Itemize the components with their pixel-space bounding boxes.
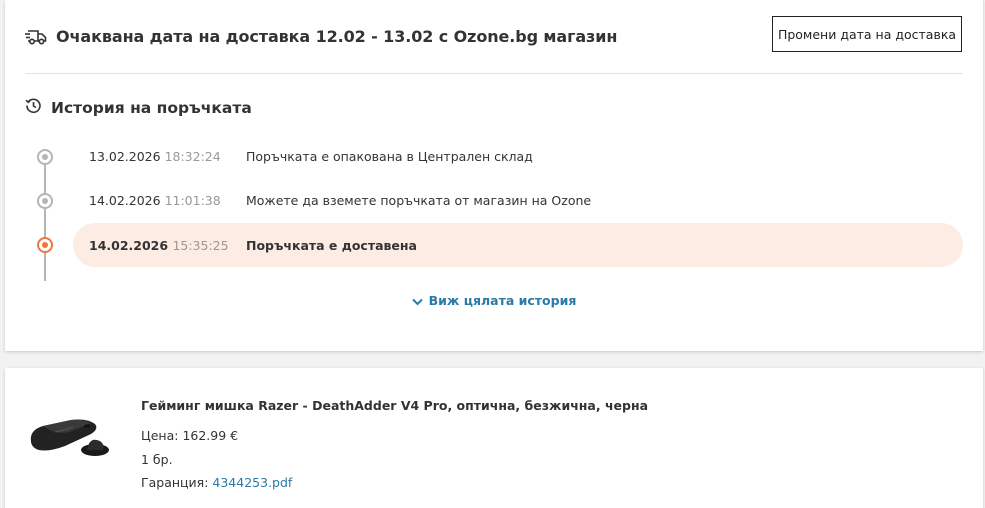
product-price: Цена: 162.99 € [141,428,238,443]
event-date: 14.02.2026 [89,192,161,208]
product-warranty: Гаранция: 4344253.pdf [141,475,292,490]
event-description: Поръчката е доставена [246,237,417,253]
event-datetime: 13.02.2026 18:32:24 [89,149,246,164]
history-clock-icon [25,97,42,118]
timeline-dot-past [37,193,53,209]
timeline-dot-past [37,149,53,165]
history-event: 13.02.2026 18:32:24 Поръчката е опакован… [73,134,963,178]
timeline-line [44,150,46,281]
event-time: 11:01:38 [164,192,221,208]
price-value: 162.99 € [182,428,239,443]
view-full-history-link[interactable]: Виж цялата история [5,291,983,310]
event-description: Можете да вземете поръчката от магазин н… [246,192,592,208]
product-quantity: 1 бр. [141,452,173,467]
order-history-title: История на поръчката [51,98,252,117]
history-event: 14.02.2026 11:01:38 Можете да вземете по… [73,178,963,222]
chevron-down-icon [411,291,423,310]
event-datetime: 14.02.2026 11:01:38 [89,193,246,208]
event-date: 13.02.2026 [89,148,161,164]
event-date: 14.02.2026 [89,237,169,253]
delivery-date-title: Очаквана дата на доставка 12.02 - 13.02 … [56,27,618,46]
timeline-dot-current [37,237,53,253]
event-datetime: 14.02.2026 15:35:25 [89,238,246,253]
order-tracking-card: Очаквана дата на доставка 12.02 - 13.02 … [5,0,983,351]
warranty-label: Гаранция: [141,475,209,490]
warranty-file-link[interactable]: 4344253.pdf [212,475,292,490]
event-time: 18:32:24 [164,148,221,164]
delivery-truck-icon [25,29,47,45]
event-description: Поръчката е опакована в Централен склад [246,148,533,164]
history-event-current: 14.02.2026 15:35:25 Поръчката е доставен… [73,223,963,267]
order-history-header: История на поръчката [25,97,252,118]
price-label: Цена: [141,428,179,443]
change-delivery-date-button[interactable]: Промени дата на доставка [772,16,962,52]
view-full-history-label: Виж цялата история [428,293,577,308]
divider [25,73,963,74]
event-time: 15:35:25 [172,237,229,253]
delivery-header: Очаквана дата на доставка 12.02 - 13.02 … [25,27,617,46]
product-image[interactable] [25,402,120,466]
product-name[interactable]: Гейминг мишка Razer - DeathAdder V4 Pro,… [141,398,648,413]
order-product-card: Гейминг мишка Razer - DeathAdder V4 Pro,… [5,368,983,508]
